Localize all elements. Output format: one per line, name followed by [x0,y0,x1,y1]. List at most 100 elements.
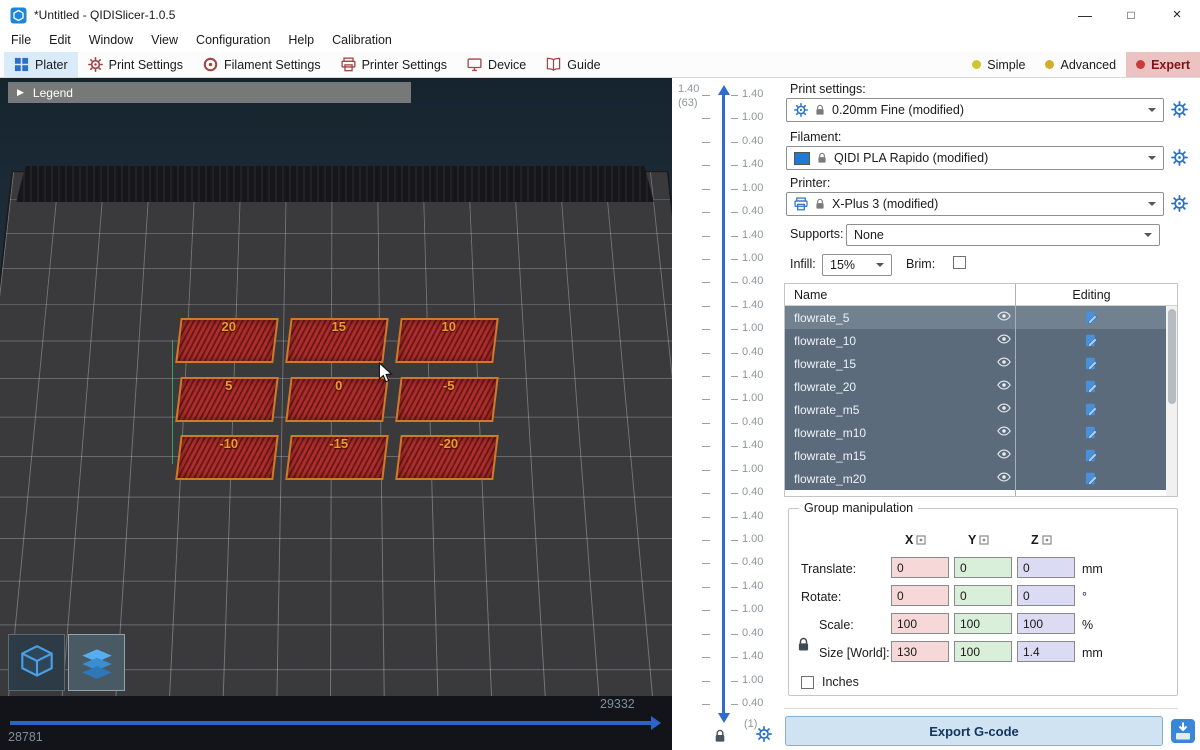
menu-item[interactable]: Edit [40,30,80,52]
edit-icon[interactable] [1085,449,1098,462]
3d-viewport[interactable]: ▶ Legend 20 15 10 5 [0,78,672,750]
object-row[interactable]: flowrate_m5 [785,398,1167,421]
x-value-field[interactable]: 0 [891,585,949,606]
tab-printer-settings[interactable]: Printer Settings [331,52,457,77]
edit-icon[interactable] [1085,403,1098,416]
model-object[interactable]: 0 [285,377,388,422]
layer-tick: 0.40 [672,277,784,288]
object-row[interactable]: flowrate_10 [785,329,1167,352]
menu-item[interactable]: Configuration [187,30,279,52]
list-scrollbar[interactable] [1166,306,1177,496]
brim-checkbox[interactable] [953,256,966,269]
x-value-field[interactable]: 130 [891,641,949,662]
tick-dash-right [731,540,738,541]
eye-icon[interactable] [997,472,1011,482]
preview-view-button[interactable] [68,634,125,691]
menu-item[interactable]: View [142,30,187,52]
menu-item[interactable]: Help [279,30,323,52]
tick-dash-right [731,423,738,424]
export-gcode-button[interactable]: Export G-code [785,716,1163,746]
manipulation-label: Size [World]: [819,646,890,660]
edit-icon[interactable] [1085,380,1098,393]
z-value-field[interactable]: 1.4 [1017,641,1075,662]
tick-dash-left [702,423,710,424]
y-value-field[interactable]: 0 [954,585,1012,606]
slider-gear-icon[interactable] [756,726,772,742]
printer-combo[interactable]: X-Plus 3 (modified) [786,192,1164,216]
eye-icon[interactable] [997,357,1011,367]
model-object[interactable]: -5 [395,377,498,422]
x-value-field[interactable]: 100 [891,613,949,634]
tab-guide[interactable]: Guide [536,52,610,77]
tick-label: 1.40 [742,229,763,241]
tick-dash-right [731,610,738,611]
menu-item[interactable]: Calibration [323,30,401,52]
y-value-field[interactable]: 100 [954,641,1012,662]
close-button[interactable]: × [1154,0,1200,30]
eye-icon[interactable] [997,311,1011,321]
filament-combo[interactable]: QIDI PLA Rapido (modified) [786,146,1164,170]
scrollbar-thumb[interactable] [1168,309,1176,404]
menu-item[interactable]: Window [80,30,142,52]
minimize-button[interactable]: — [1062,0,1108,30]
printer-gear-button[interactable] [1171,195,1189,213]
tick-dash-right [731,446,738,447]
eye-icon[interactable] [997,426,1011,436]
y-value-field[interactable]: 100 [954,613,1012,634]
model-object[interactable]: -10 [175,435,278,480]
model-object[interactable]: 20 [175,318,278,363]
tick-dash-right [731,282,738,283]
object-name: flowrate_5 [785,311,849,325]
object-row[interactable]: flowrate_m15 [785,444,1167,467]
uniform-scale-lock-icon[interactable] [797,637,810,652]
legend-bar[interactable]: ▶ Legend [8,82,411,103]
print-settings-gear-button[interactable] [1171,101,1189,119]
3d-editor-view-button[interactable] [8,634,65,691]
tab-plater[interactable]: Plater [4,52,78,77]
tick-dash-left [702,517,710,518]
tick-dash-left [702,446,710,447]
object-row[interactable]: flowrate_5 [785,306,1167,329]
eye-icon[interactable] [997,380,1011,390]
z-value-field[interactable]: 0 [1017,585,1075,606]
z-value-field[interactable]: 0 [1017,557,1075,578]
eye-icon[interactable] [997,403,1011,413]
model-object[interactable]: 5 [175,377,278,422]
x-value-field[interactable]: 0 [891,557,949,578]
object-row[interactable]: flowrate_m20 [785,467,1167,490]
edit-icon[interactable] [1085,334,1098,347]
tab-device[interactable]: Device [457,52,536,77]
object-row[interactable]: flowrate_15 [785,352,1167,375]
inches-checkbox[interactable] [801,676,814,689]
tab-print-settings[interactable]: Print Settings [78,52,193,77]
eye-icon[interactable] [997,334,1011,344]
model-object-label: -15 [292,436,386,451]
lock-icon[interactable] [714,729,726,743]
model-object[interactable]: 10 [395,318,498,363]
edit-icon[interactable] [1085,357,1098,370]
send-to-printer-icon[interactable] [1170,718,1196,744]
infill-combo[interactable]: 15% [822,254,892,276]
y-value-field[interactable]: 0 [954,557,1012,578]
horizontal-move-slider[interactable] [10,721,652,725]
tab-filament-settings[interactable]: Filament Settings [193,52,331,77]
mode-expert[interactable]: Expert [1126,52,1200,77]
eye-icon[interactable] [997,449,1011,459]
model-object[interactable]: -15 [285,435,388,480]
hslider-max-label: 29332 [600,697,635,711]
object-row[interactable]: flowrate_20 [785,375,1167,398]
filament-gear-button[interactable] [1171,149,1189,167]
model-object[interactable]: -20 [395,435,498,480]
edit-icon[interactable] [1085,426,1098,439]
print-settings-combo[interactable]: 0.20mm Fine (modified) [786,98,1164,122]
mode-simple[interactable]: Simple [962,52,1035,77]
maximize-button[interactable]: □ [1108,0,1154,30]
supports-combo[interactable]: None [846,224,1160,246]
menu-item[interactable]: File [2,30,40,52]
z-value-field[interactable]: 100 [1017,613,1075,634]
object-row[interactable]: flowrate_m10 [785,421,1167,444]
edit-icon[interactable] [1085,472,1098,485]
edit-icon[interactable] [1085,311,1098,324]
mode-advanced[interactable]: Advanced [1035,52,1126,77]
model-object[interactable]: 15 [285,318,388,363]
